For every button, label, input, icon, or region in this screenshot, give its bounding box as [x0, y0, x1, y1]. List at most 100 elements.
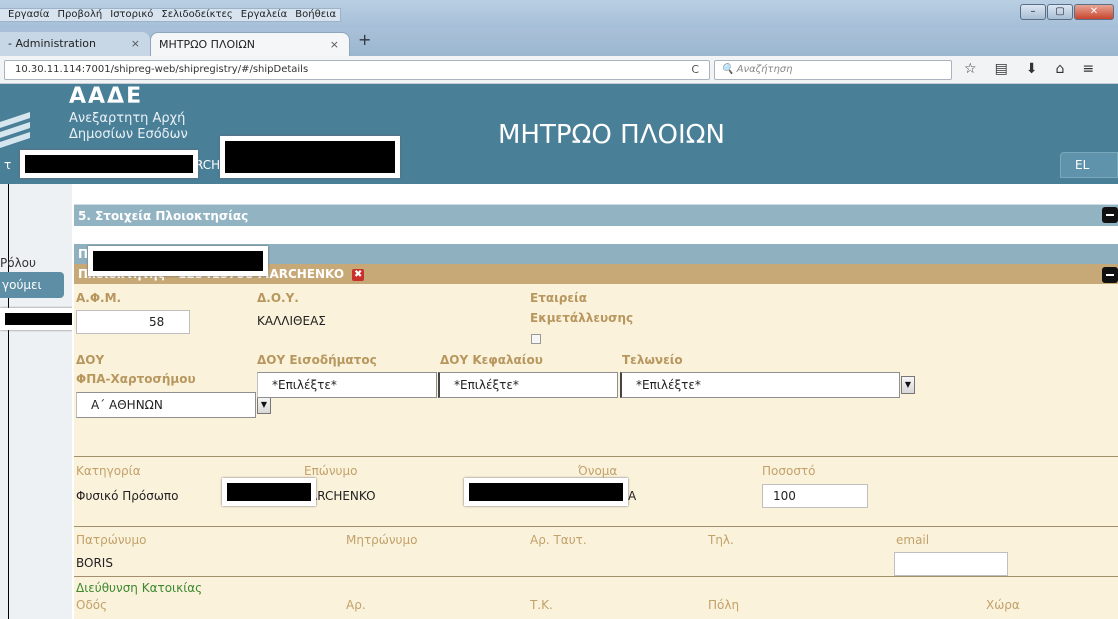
menu-icon[interactable]: ≡ [1082, 61, 1094, 77]
app-title: ΜΗΤΡΩΟ ΠΛΟΙΩΝ [498, 120, 725, 150]
org-name-line2: Δημοσίων Εσόδων [69, 127, 188, 142]
mother-name-label: Μητρώνυμο [346, 533, 418, 547]
new-tab-button[interactable]: + [358, 30, 371, 49]
window-controls: – ▢ ✕ [1020, 4, 1114, 20]
capital-doy-label: ΔΟΥ Κεφαλαίου [440, 353, 543, 367]
collapse-section-button[interactable] [1102, 207, 1118, 223]
menu-list: Εργασία Προβολή Ιστορικό Σελιδοδείκτες Ε… [0, 8, 342, 22]
company-checkbox[interactable] [531, 334, 541, 344]
menu-work[interactable]: Εργασία [4, 9, 54, 21]
minimize-button[interactable]: – [1020, 4, 1046, 20]
row-divider [74, 526, 1118, 527]
capital-doy-select[interactable]: *Επιλέξτε* [438, 372, 618, 398]
subsection-prefix: Π [78, 247, 89, 261]
percent-label: Ποσοστό [762, 464, 816, 478]
doy-value: ΚΑΛΛΙΘΕΑΣ [257, 314, 326, 328]
address-section-title: Διεύθυνση Κατοικίας [76, 581, 203, 595]
afm-label: Α.Φ.Μ. [76, 291, 122, 305]
zip-code-label: Τ.Κ. [530, 598, 553, 612]
sidebar-item-role[interactable]: Ρόλου [0, 256, 36, 270]
afm-field[interactable]: 58 [76, 310, 190, 334]
browser-menubar: Εργασία Προβολή Ιστορικό Σελιδοδείκτες Ε… [0, 0, 1118, 28]
street-number-label: Αρ. [346, 598, 366, 612]
row-divider [74, 576, 1118, 577]
sidebar-divider [8, 184, 9, 619]
street-label: Οδός [76, 598, 108, 612]
row-divider [74, 456, 1118, 457]
percent-value: 100 [773, 489, 796, 503]
org-name-line1: Ανεξαρτητη Αρχή [69, 111, 186, 126]
capital-doy-value: *Επιλέξτε* [454, 378, 519, 392]
category-label: Κατηγορία [76, 464, 141, 478]
tab-administration[interactable]: - Administration × [0, 32, 150, 56]
vat-doy-label-line1: ΔΟΥ [76, 353, 105, 367]
sidebar-item-active[interactable]: γούμει [0, 272, 64, 298]
tab-strip: - Administration × ΜΗΤΡΩΟ ΠΛΟΙΩΝ × [0, 28, 1118, 56]
bookmark-star-icon[interactable]: ☆ [964, 61, 977, 77]
toolbar-icons: ☆ ▤ ⬇ ⌂ ≡ [964, 61, 1094, 77]
email-label: email [896, 533, 930, 547]
home-icon[interactable]: ⌂ [1056, 61, 1065, 77]
org-abbreviation: ΑΑΔΕ [69, 84, 144, 109]
menu-tools[interactable]: Εργαλεία [237, 9, 291, 21]
chevron-down-icon[interactable]: ▼ [901, 376, 915, 394]
tab-label: ΜΗΤΡΩΟ ΠΛΟΙΩΝ [159, 38, 256, 51]
customs-value: *Επιλέξτε* [636, 378, 701, 392]
country-label: Χώρα [986, 598, 1020, 612]
doy-label: Δ.Ο.Υ. [257, 291, 299, 305]
menu-help[interactable]: Βοήθεια [291, 9, 340, 21]
name-label: Όνομα [578, 464, 618, 478]
father-name-label: Πατρώνυμο [76, 533, 147, 547]
user-prefix: τ [4, 158, 12, 172]
chevron-down-icon[interactable]: ▼ [257, 396, 271, 414]
vat-doy-label-line2: ΦΠΑ-Χαρτοσήμου [76, 372, 196, 386]
org-name: Ανεξαρτητη Αρχή Δημοσίων Εσόδων [69, 111, 188, 143]
father-name-value: BORIS [76, 556, 113, 570]
url-text: 10.30.11.114:7001/shipreg-web/shipregist… [15, 64, 309, 75]
tab-ship-registry[interactable]: ΜΗΤΡΩΟ ΠΛΟΙΩΝ × [150, 32, 350, 56]
email-field[interactable] [894, 552, 1008, 576]
menu-history[interactable]: Ιστορικό [106, 9, 157, 21]
maximize-button[interactable]: ▢ [1047, 4, 1073, 20]
id-number-label: Αρ. Ταυτ. [530, 533, 587, 547]
income-doy-select[interactable]: *Επιλέξτε* [257, 372, 437, 398]
redaction-box [220, 136, 400, 178]
surname-value: ARCHENKO [309, 489, 376, 503]
language-button[interactable]: EL [1060, 152, 1118, 178]
remove-owner-icon[interactable]: ✖ [352, 268, 365, 281]
afm-value: 58 [149, 315, 165, 329]
close-tab-icon[interactable]: × [131, 32, 140, 56]
header-user-info: τ RCHEN [0, 154, 237, 176]
city-label: Πόλη [708, 598, 740, 612]
search-placeholder: Αναζήτηση [736, 64, 793, 75]
download-icon[interactable]: ⬇ [1026, 61, 1038, 77]
category-value: Φυσικό Πρόσωπο [76, 489, 179, 503]
left-sidebar [0, 184, 72, 619]
search-input[interactable]: 🔍 Αναζήτηση [714, 60, 952, 80]
tab-label: - Administration [8, 37, 96, 50]
navigation-bar: 10.30.11.114:7001/shipreg-web/shipregist… [0, 56, 1118, 84]
income-doy-value: *Επιλέξτε* [272, 378, 337, 392]
close-tab-icon[interactable]: × [330, 33, 339, 57]
income-doy-label: ΔΟΥ Εισοδήματος [257, 353, 377, 367]
redaction-box [88, 246, 268, 276]
customs-label: Τελωνείο [622, 353, 683, 367]
vat-doy-select[interactable]: Α΄ ΑΘΗΝΩΝ [76, 392, 256, 418]
percent-field[interactable]: 100 [762, 484, 868, 508]
surname-label: Επώνυμο [304, 464, 358, 478]
collapse-owner-button[interactable] [1102, 267, 1118, 283]
menu-bookmarks[interactable]: Σελιδοδείκτες [157, 9, 236, 21]
customs-select[interactable]: *Επιλέξτε* [620, 372, 900, 398]
reload-icon[interactable]: C [691, 61, 699, 79]
reading-list-icon[interactable]: ▤ [995, 61, 1008, 77]
vat-doy-value: Α΄ ΑΘΗΝΩΝ [91, 398, 163, 412]
name-value: A [628, 489, 637, 503]
section-title: 5. Στοιχεία Πλοιοκτησίας [78, 209, 249, 223]
close-window-button[interactable]: ✕ [1074, 4, 1114, 20]
phone-label: Τηλ. [708, 533, 734, 547]
section-title-bar: 5. Στοιχεία Πλοιοκτησίας [74, 204, 1118, 226]
url-bar[interactable]: 10.30.11.114:7001/shipreg-web/shipregist… [4, 60, 710, 80]
company-label-line2: Εκμετάλλευσης [530, 311, 634, 325]
menu-view[interactable]: Προβολή [54, 9, 107, 21]
redaction-box [222, 478, 316, 506]
